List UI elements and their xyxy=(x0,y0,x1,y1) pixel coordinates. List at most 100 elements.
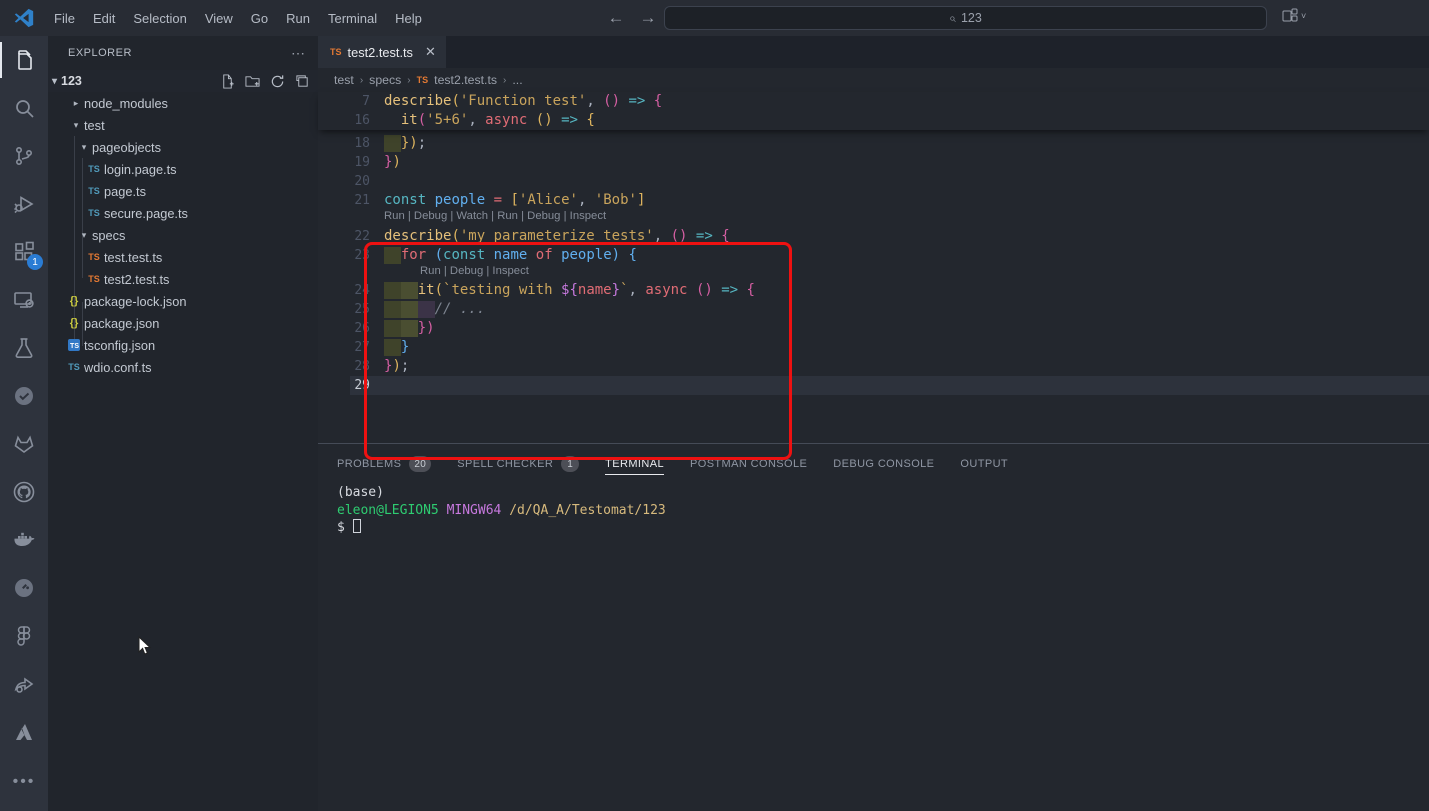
tab-test2-test-ts[interactable]: TS test2.test.ts ✕ xyxy=(318,36,446,68)
breadcrumb-item[interactable]: test xyxy=(334,73,354,87)
panel-tab-output[interactable]: OUTPUT xyxy=(960,453,1008,475)
check-circle-icon[interactable] xyxy=(0,372,48,420)
explorer-sidebar: EXPLORER ⋯ ▾ 123 ▸node_modules▾test▾page… xyxy=(48,36,318,811)
terminal[interactable]: (base)eleon@LEGION5 MINGW64 /d/QA_A/Test… xyxy=(337,484,666,537)
forward-arrow-icon[interactable]: → xyxy=(638,8,658,28)
explorer-title: EXPLORER xyxy=(68,47,132,59)
tree-item-secure-page-ts[interactable]: TSsecure.page.ts xyxy=(48,202,318,224)
chevron-down-icon: ▾ xyxy=(52,76,57,87)
remote-explorer-icon[interactable] xyxy=(0,276,48,324)
layout-control[interactable]: ˅ xyxy=(1282,8,1306,24)
source-control-icon[interactable] xyxy=(0,132,48,180)
breadcrumb-item[interactable]: specs xyxy=(369,73,401,87)
search-icon: ⌕ xyxy=(949,11,956,26)
tree-item-label: pageobjects xyxy=(92,140,161,155)
tree-item-page-ts[interactable]: TSpage.ts xyxy=(48,180,318,202)
menu-edit[interactable]: Edit xyxy=(84,0,124,36)
code-text: it('5+6', async () => { xyxy=(384,111,595,130)
tree-item-tsconfig-json[interactable]: TStsconfig.json xyxy=(48,334,318,356)
code-line-20[interactable]: 20 xyxy=(318,172,1429,191)
code-area[interactable]: 18 });19})2021const people = ['Alice', '… xyxy=(318,92,1429,443)
tree-item-test[interactable]: ▾test xyxy=(48,114,318,136)
search-icon[interactable] xyxy=(0,84,48,132)
tree-item-label: login.page.ts xyxy=(104,162,177,177)
collapse-all-icon[interactable] xyxy=(295,74,310,89)
tree-item-label: specs xyxy=(92,228,125,243)
line-number: 7 xyxy=(318,92,370,111)
new-file-icon[interactable] xyxy=(220,74,235,89)
ts-orange-file-icon: TS xyxy=(84,274,104,284)
menu-file[interactable]: File xyxy=(45,0,84,36)
menu-help[interactable]: Help xyxy=(386,0,431,36)
azure-icon[interactable] xyxy=(0,708,48,756)
tree-item-label: test.test.ts xyxy=(104,250,162,265)
tree-item-pageobjects[interactable]: ▾pageobjects xyxy=(48,136,318,158)
refresh-icon[interactable] xyxy=(270,74,285,89)
run-debug-icon[interactable] xyxy=(0,180,48,228)
terminal-line: eleon@LEGION5 MINGW64 /d/QA_A/Testomat/1… xyxy=(337,502,666,520)
ts-blue-file-icon: TS xyxy=(64,362,84,372)
breadcrumb-separator: › xyxy=(360,75,363,86)
back-arrow-icon[interactable]: ← xyxy=(606,8,626,28)
code-line-19[interactable]: 19}) xyxy=(318,153,1429,172)
breadcrumb-separator: › xyxy=(407,75,410,86)
codelens[interactable]: Run | Debug | Watch | Run | Debug | Insp… xyxy=(384,210,1429,227)
line-number: 16 xyxy=(318,111,370,130)
sticky-line-16[interactable]: 16 it('5+6', async () => { xyxy=(318,111,1429,130)
bottom-panel: PROBLEMS20SPELL CHECKER1TERMINALPOSTMAN … xyxy=(318,443,1429,811)
explorer-more-icon[interactable]: ⋯ xyxy=(291,45,306,62)
tree-item-package-lock-json[interactable]: {}package-lock.json xyxy=(48,290,318,312)
tree-item-specs[interactable]: ▾specs xyxy=(48,224,318,246)
tree-item-test-test-ts[interactable]: TStest.test.ts xyxy=(48,246,318,268)
share-icon[interactable] xyxy=(0,660,48,708)
json-file-icon: {} xyxy=(64,317,84,329)
extensions-icon[interactable]: 1 xyxy=(0,228,48,276)
menu-go[interactable]: Go xyxy=(242,0,277,36)
breadcrumb-separator: › xyxy=(503,75,506,86)
gitlab-icon[interactable] xyxy=(0,420,48,468)
chevron-down-icon: ▾ xyxy=(68,120,84,131)
postman-icon[interactable] xyxy=(0,564,48,612)
tree-item-wdio-conf-ts[interactable]: TSwdio.conf.ts xyxy=(48,356,318,378)
explorer-section-header[interactable]: ▾ 123 xyxy=(48,70,318,92)
more-icon[interactable]: ••• xyxy=(0,756,48,804)
code-line-18[interactable]: 18 }); xyxy=(318,134,1429,153)
command-center[interactable]: ⌕ 123 xyxy=(664,6,1267,30)
code-line-21[interactable]: 21const people = ['Alice', 'Bob'] xyxy=(318,191,1429,210)
docker-icon[interactable] xyxy=(0,516,48,564)
ts-blue-file-icon: TS xyxy=(84,186,104,196)
sticky-scroll[interactable]: 7describe('Function test', () => {16 it(… xyxy=(318,92,1429,130)
close-icon[interactable]: ✕ xyxy=(425,44,436,60)
line-number: 23 xyxy=(318,246,370,265)
tree-item-label: package-lock.json xyxy=(84,294,186,309)
line-number: 22 xyxy=(318,227,370,246)
tree-item-login-page-ts[interactable]: TSlogin.page.ts xyxy=(48,158,318,180)
menu-terminal[interactable]: Terminal xyxy=(319,0,386,36)
menu-selection[interactable]: Selection xyxy=(124,0,195,36)
figma-icon[interactable] xyxy=(0,612,48,660)
tree-item-test2-test-ts[interactable]: TStest2.test.ts xyxy=(48,268,318,290)
explorer-icon[interactable] xyxy=(0,36,48,84)
tree-item-label: package.json xyxy=(84,316,159,331)
breadcrumb: test › specs › TS test2.test.ts ›... xyxy=(318,68,1429,92)
tree-item-package-json[interactable]: {}package.json xyxy=(48,312,318,334)
ts-orange-file-icon: TS xyxy=(84,252,104,262)
menu-run[interactable]: Run xyxy=(277,0,319,36)
testing-icon[interactable] xyxy=(0,324,48,372)
vscode-window: { "titlebar": { "menus": ["File", "Edit"… xyxy=(0,0,1429,811)
panel-tab-debug-console[interactable]: DEBUG CONSOLE xyxy=(833,453,934,475)
json-file-icon: {} xyxy=(64,295,84,307)
breadcrumb-item[interactable]: test2.test.ts xyxy=(434,73,497,87)
new-folder-icon[interactable] xyxy=(245,74,260,89)
tree-item-node-modules[interactable]: ▸node_modules xyxy=(48,92,318,114)
title-bar: FileEditSelectionViewGoRunTerminalHelp ←… xyxy=(0,0,1429,36)
tree-item-label: page.ts xyxy=(104,184,146,199)
line-number: 24 xyxy=(318,281,370,300)
chevron-down-icon: ▾ xyxy=(76,230,92,241)
github-icon[interactable] xyxy=(0,468,48,516)
breadcrumb-item[interactable]: ... xyxy=(512,73,522,87)
ts-file-icon: TS xyxy=(417,75,429,85)
code-text: describe('Function test', () => { xyxy=(384,92,662,111)
menu-view[interactable]: View xyxy=(196,0,242,36)
sticky-line-7[interactable]: 7 describe('Function test', () => { xyxy=(318,92,1429,111)
